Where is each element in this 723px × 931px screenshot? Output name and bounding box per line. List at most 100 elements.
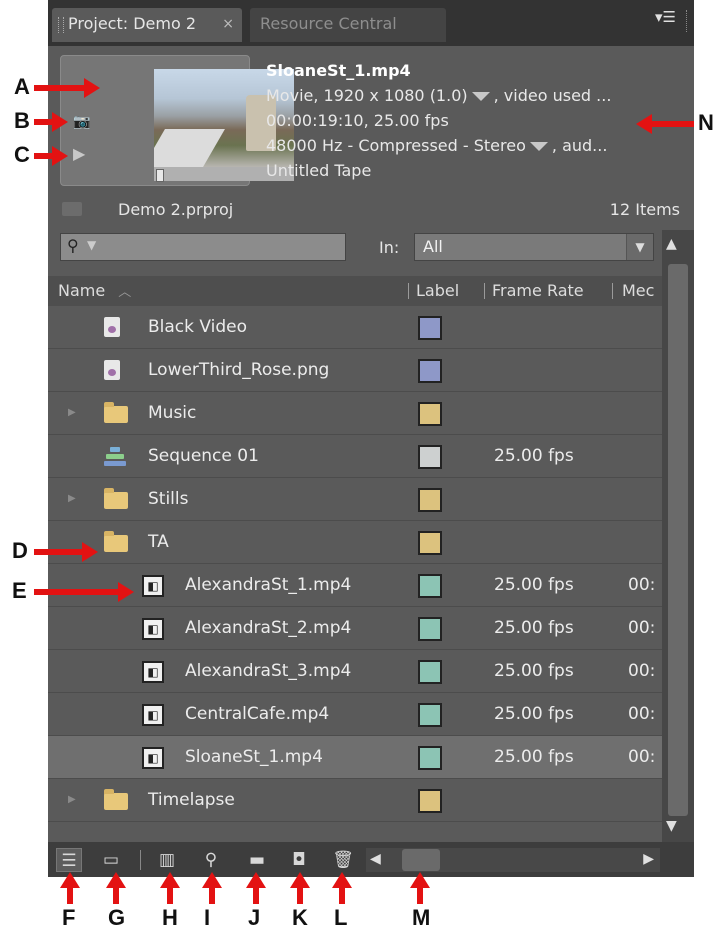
item-frame-rate: 25.00 fps (494, 661, 574, 681)
item-media-start: 00: (628, 747, 656, 767)
tab-resource-central[interactable]: Resource Central (250, 8, 446, 42)
clip-video-usage: , video used ... (493, 86, 612, 105)
list-item[interactable]: ◧ AlexandraSt_3.mp4 25.00 fps 00: (48, 650, 662, 693)
list-item[interactable]: LowerThird_Rose.png (48, 349, 662, 392)
label-color-swatch[interactable] (418, 617, 442, 641)
column-separator[interactable] (612, 283, 613, 299)
callout-e: E (12, 578, 27, 603)
item-name: LowerThird_Rose.png (148, 360, 330, 380)
column-separator[interactable] (408, 283, 409, 299)
panel-menu-icon[interactable]: ▾☰ (655, 8, 676, 26)
thumbnail-road (154, 129, 225, 167)
bin-folder-icon (104, 789, 128, 812)
scroll-track[interactable] (668, 264, 688, 816)
list-item[interactable]: TA (48, 521, 662, 564)
horizontal-scroll-thumb[interactable] (402, 849, 440, 871)
search-icon[interactable]: ⚲ (67, 236, 79, 255)
callout-f: F (62, 905, 76, 930)
automate-to-sequence-icon[interactable]: ▥ (154, 848, 180, 872)
parent-folder-icon[interactable] (62, 202, 82, 216)
poster-frame-camera-icon[interactable]: 📷 (73, 114, 93, 130)
label-color-swatch[interactable] (418, 316, 442, 340)
list-item[interactable]: ◧ SloaneSt_1.mp4 25.00 fps 00: (48, 736, 662, 779)
bottom-toolbar: ☰ ▭ ▥ ⚲ ▬ ◘ 🗑 ◀ ▶ (48, 842, 694, 877)
list-item[interactable]: ◧ AlexandraSt_2.mp4 25.00 fps 00: (48, 607, 662, 650)
list-item[interactable]: ▶ Music (48, 392, 662, 435)
list-view-icon[interactable]: ☰ (56, 848, 82, 872)
item-media-start: 00: (628, 575, 656, 595)
label-color-swatch[interactable] (418, 402, 442, 426)
item-frame-rate: 25.00 fps (494, 704, 574, 724)
new-bin-icon[interactable]: ▬ (244, 848, 270, 872)
list-item[interactable]: ▶ Timelapse (48, 779, 662, 822)
clear-icon[interactable]: 🗑 (330, 848, 356, 872)
label-color-swatch[interactable] (418, 703, 442, 727)
callout-a: A (14, 74, 30, 99)
clip-tape: Untitled Tape (266, 161, 372, 180)
list-item[interactable]: ◧ CentralCafe.mp4 25.00 fps 00: (48, 693, 662, 736)
icon-view-icon[interactable]: ▭ (98, 848, 124, 872)
search-input[interactable]: ⚲ ▼ (60, 233, 346, 261)
label-color-swatch[interactable] (418, 359, 442, 383)
in-select-value: All (423, 237, 443, 256)
column-name[interactable]: Name ︿ (58, 276, 131, 308)
column-separator[interactable] (484, 283, 485, 299)
column-media[interactable]: Mec (622, 276, 654, 306)
list-item[interactable]: Sequence 01 25.00 fps (48, 435, 662, 478)
clip-audio-format: 48000 Hz - Compressed - Stereo (266, 136, 526, 155)
horizontal-scrollbar[interactable]: ◀ ▶ (366, 848, 660, 872)
in-select[interactable]: All ▼ (414, 233, 654, 261)
item-count: 12 Items (609, 200, 680, 219)
label-color-swatch[interactable] (418, 531, 442, 555)
list-item[interactable]: ▶ Stills (48, 478, 662, 521)
item-name: Music (148, 403, 197, 423)
callout-g: G (108, 905, 126, 930)
list-item[interactable]: Black Video (48, 306, 662, 349)
tab-project[interactable]: Project: Demo 2 × (52, 8, 242, 42)
column-header: Name ︿ Label Frame Rate Mec (48, 276, 662, 306)
label-color-swatch[interactable] (418, 660, 442, 684)
chevron-down-icon[interactable]: ▼ (87, 238, 96, 252)
item-frame-rate: 25.00 fps (494, 446, 574, 466)
new-item-icon[interactable]: ◘ (286, 848, 312, 872)
bin-folder-icon (104, 402, 128, 425)
find-icon[interactable]: ⚲ (198, 848, 224, 872)
expand-triangle-icon[interactable]: ▶ (68, 493, 76, 504)
item-frame-rate: 25.00 fps (494, 747, 574, 767)
list-item[interactable]: ◧ AlexandraSt_1.mp4 25.00 fps 00: (48, 564, 662, 607)
video-clip-icon: ◧ (142, 661, 164, 683)
label-color-swatch[interactable] (418, 574, 442, 598)
expand-triangle-icon[interactable]: ▶ (68, 794, 76, 805)
label-color-swatch[interactable] (418, 445, 442, 469)
scroll-down-icon[interactable]: ▼ (666, 818, 677, 834)
column-frame-rate[interactable]: Frame Rate (492, 276, 584, 306)
label-color-swatch[interactable] (418, 488, 442, 512)
label-color-swatch[interactable] (418, 746, 442, 770)
sort-ascending-icon[interactable]: ︿ (118, 285, 131, 300)
dropdown-triangle-icon[interactable] (471, 92, 490, 101)
clip-name: SloaneSt_1.mp4 (266, 61, 411, 80)
expand-triangle-icon[interactable]: ▶ (68, 407, 76, 418)
panel-grip-icon[interactable] (686, 10, 690, 32)
close-icon[interactable]: × (222, 8, 234, 40)
chevron-down-icon[interactable]: ▼ (626, 234, 653, 260)
callout-arrow-a (34, 78, 100, 98)
tab-grip-icon[interactable] (58, 17, 64, 33)
scroll-right-icon[interactable]: ▶ (643, 851, 654, 867)
project-name: Demo 2.prproj (118, 200, 234, 219)
scroll-up-icon[interactable]: ▲ (666, 236, 677, 252)
item-name: CentralCafe.mp4 (185, 704, 330, 724)
dropdown-triangle-icon[interactable] (529, 142, 548, 151)
scroll-left-icon[interactable]: ◀ (370, 851, 381, 867)
item-frame-rate: 25.00 fps (494, 618, 574, 638)
callout-arrow-i (202, 872, 222, 904)
play-icon[interactable]: ▶ (73, 144, 85, 163)
clip-duration: 00:00:19:10, 25.00 fps (266, 111, 449, 130)
item-media-start: 00: (628, 661, 656, 681)
column-label[interactable]: Label (416, 276, 459, 306)
label-color-swatch[interactable] (418, 789, 442, 813)
vertical-scrollbar[interactable]: ▲ ▼ (662, 230, 694, 842)
preview-scrub-knob[interactable] (156, 169, 164, 182)
callout-m: M (412, 905, 431, 930)
callout-arrow-e (34, 582, 134, 602)
